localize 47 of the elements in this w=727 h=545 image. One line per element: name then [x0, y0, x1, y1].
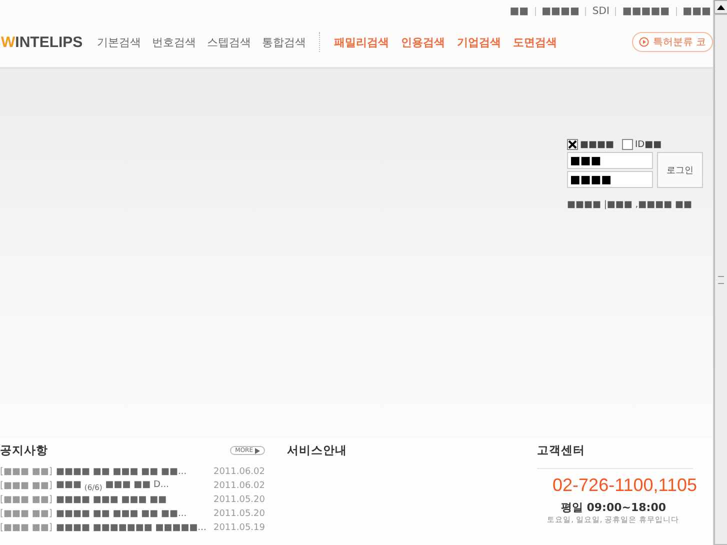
notice-link[interactable]: ■■■■ ■■ ■■■ ■■ ■■...	[56, 467, 214, 477]
login-button[interactable]: 로그인	[657, 152, 703, 188]
notice-category: [■■■ ■■]	[0, 495, 54, 505]
notice-date: 2011.05.19	[213, 523, 265, 533]
section-title: 고객센터	[537, 443, 693, 469]
scroll-up-button[interactable]	[714, 0, 727, 14]
nav-link[interactable]: 기업검색	[457, 34, 501, 50]
account-links[interactable]: ■■■■ |■■■ ,■■■■ ■■	[567, 200, 703, 210]
classification-button[interactable]: 특허분류 코	[632, 32, 713, 52]
checkbox-label: ID■■	[635, 140, 662, 150]
top-link[interactable]: ■■■■■	[622, 6, 670, 16]
checkbox[interactable]	[567, 139, 578, 150]
nav-link[interactable]: 번호검색	[152, 34, 195, 50]
up-arrow-icon	[717, 4, 725, 10]
arrow-icon	[255, 448, 260, 454]
top-link[interactable]: ■■■	[682, 6, 711, 16]
top-link[interactable]: ■■	[510, 6, 529, 16]
top-link[interactable]: SDI	[592, 6, 610, 16]
section-title: 서비스안내	[287, 443, 348, 458]
notice-link[interactable]: ■■■■ ■■■■■■■ ■■■■■...	[56, 523, 214, 533]
notice-link[interactable]: ■■■ $_{(6/6)}$ ■■■ ■■ D...	[56, 480, 214, 492]
play-icon	[638, 37, 649, 47]
checkbox[interactable]	[622, 139, 634, 150]
nav-link[interactable]: 인용검색	[401, 34, 445, 50]
phone-number: 02-726-1100,1105	[552, 475, 697, 496]
id-field[interactable]: ■■■	[567, 152, 653, 169]
checkbox-label: ■■■■	[580, 140, 614, 150]
notice-date: 2011.06.02	[213, 467, 265, 477]
notice-category: [■■■ ■■]	[0, 481, 54, 491]
notice-date: 2011.05.20	[213, 495, 265, 505]
nav-link[interactable]: 스텝검색	[207, 34, 250, 50]
nav-link[interactable]: 통합검색	[262, 34, 305, 50]
notice-link[interactable]: ■■■■ ■■ ■■■ ■■ ■■...	[56, 509, 214, 519]
notice-date: 2011.06.02	[213, 481, 265, 491]
password-field[interactable]: ■■■■	[567, 171, 653, 188]
notice-category: [■■■ ■■]	[0, 523, 54, 533]
logo[interactable]: WINTELIPS	[1, 34, 97, 50]
notice-category: [■■■ ■■]	[0, 509, 54, 519]
top-link[interactable]: ■■■■	[542, 6, 580, 16]
notice-category: [■■■ ■■]	[0, 467, 54, 477]
notice-date: 2011.05.20	[213, 509, 265, 519]
business-hours: 평일 09:00~18:00	[560, 500, 666, 515]
nav-link[interactable]: 기본검색	[97, 34, 140, 50]
notice-link[interactable]: ■■■■ ■■■ ■■■ ■■	[56, 495, 214, 505]
nav-link[interactable]: 도면검색	[513, 34, 557, 50]
section-title: 공지사항	[0, 443, 48, 458]
nav-link[interactable]: 패밀리검색	[334, 34, 389, 50]
